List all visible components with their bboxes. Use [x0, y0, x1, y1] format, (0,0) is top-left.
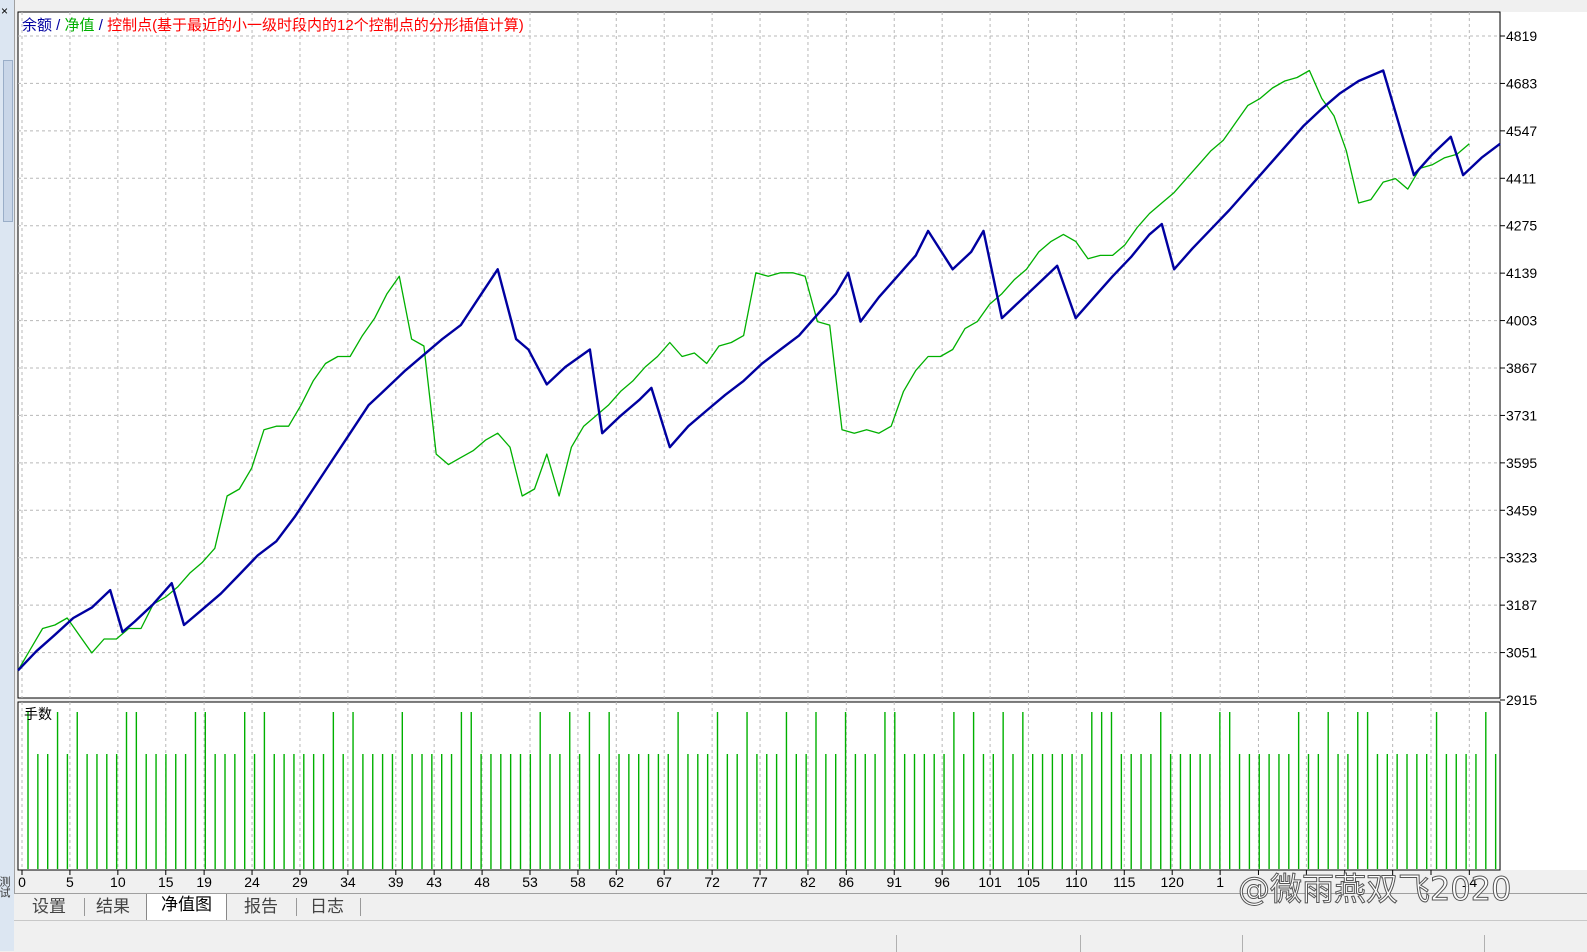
tab-settings[interactable]: 设置: [18, 896, 80, 918]
y-tick-label: 2915: [1506, 692, 1537, 708]
x-tick-label: 110: [1065, 874, 1088, 890]
x-tick-label: 24: [244, 874, 260, 890]
x-tick-label: 62: [608, 874, 624, 890]
left-scroll-handle[interactable]: [3, 60, 13, 222]
x-tick-label: 1: [1216, 874, 1224, 890]
y-axis-ticks: 4819 4683 4547 4411 4275 4139 4003 3867 3731 3595…: [1500, 28, 1537, 708]
x-tick-label: 48: [474, 874, 490, 890]
x-tick-label: 120: [1161, 874, 1185, 890]
y-tick-label: 4547: [1506, 123, 1537, 139]
watermark: @微雨燕双飞2020: [1237, 870, 1512, 909]
y-tick-label: 3595: [1506, 455, 1537, 471]
y-tick-label: 4139: [1506, 265, 1537, 281]
x-tick-label: 77: [752, 874, 768, 890]
legend-equity: 净值: [65, 17, 95, 34]
main-chart-area: [17, 11, 1501, 699]
y-tick-label: 3051: [1506, 645, 1537, 661]
x-tick-label: 5: [66, 874, 74, 890]
tab-report[interactable]: 报告: [230, 896, 292, 918]
y-tick-label: 3323: [1506, 550, 1537, 566]
tab-results[interactable]: 结果: [82, 896, 144, 918]
y-tick-label: 4683: [1506, 75, 1537, 91]
y-tick-label: 4411: [1506, 170, 1536, 186]
tab-journal[interactable]: 日志: [296, 896, 358, 918]
x-tick-label: 34: [340, 874, 356, 890]
lots-label: 手数: [24, 706, 52, 722]
x-tick-label: 67: [656, 874, 672, 890]
x-tick-label: 15: [158, 874, 174, 890]
equity-chart: 4819468345474411427541394003386737313595…: [17, 11, 1587, 890]
y-tick-label: 4819: [1506, 28, 1537, 44]
x-tick-label: 82: [800, 874, 816, 890]
legend-balance: 余额: [22, 16, 52, 34]
x-tick-label: 91: [886, 874, 902, 890]
x-tick-label: 39: [388, 874, 404, 890]
y-tick-label: 3731: [1506, 407, 1537, 423]
x-tick-label: 58: [570, 874, 586, 890]
x-tick-label: 115: [1113, 874, 1136, 890]
x-tick-label: 101: [978, 874, 1002, 890]
x-tick-label: 19: [196, 874, 212, 890]
x-tick-label: 43: [426, 874, 442, 890]
legend-control-points: 控制点(基于最近的小一级时段内的12个控制点的分形插值计算): [107, 16, 524, 34]
left-vertical-label: 测试: [0, 876, 10, 898]
y-tick-label: 3187: [1506, 597, 1537, 613]
chart-legend: 余额 / 净值 / 控制点(基于最近的小一级时段内的12个控制点的分形插值计算): [22, 16, 524, 34]
lots-chart-area: [17, 701, 1501, 871]
x-tick-label: 29: [292, 874, 308, 890]
x-tick-label: 105: [1017, 874, 1041, 890]
price-axis: [1501, 12, 1587, 870]
y-tick-label: 4275: [1506, 218, 1537, 234]
x-tick-label: 10: [110, 874, 126, 890]
x-tick-label: 0: [18, 874, 26, 890]
close-icon[interactable]: ×: [1, 4, 8, 18]
y-tick-label: 4003: [1506, 313, 1537, 329]
x-tick-label: 53: [522, 874, 538, 890]
x-tick-label: 72: [704, 874, 720, 890]
x-tick-label: 96: [934, 874, 950, 890]
x-tick-label: 86: [839, 874, 855, 890]
status-bar: [14, 920, 1587, 952]
y-tick-label: 3867: [1506, 360, 1537, 376]
left-panel-strip: × 测试: [0, 0, 15, 951]
tab-equity-chart[interactable]: 净值图: [146, 894, 227, 921]
y-tick-label: 3459: [1506, 502, 1537, 518]
